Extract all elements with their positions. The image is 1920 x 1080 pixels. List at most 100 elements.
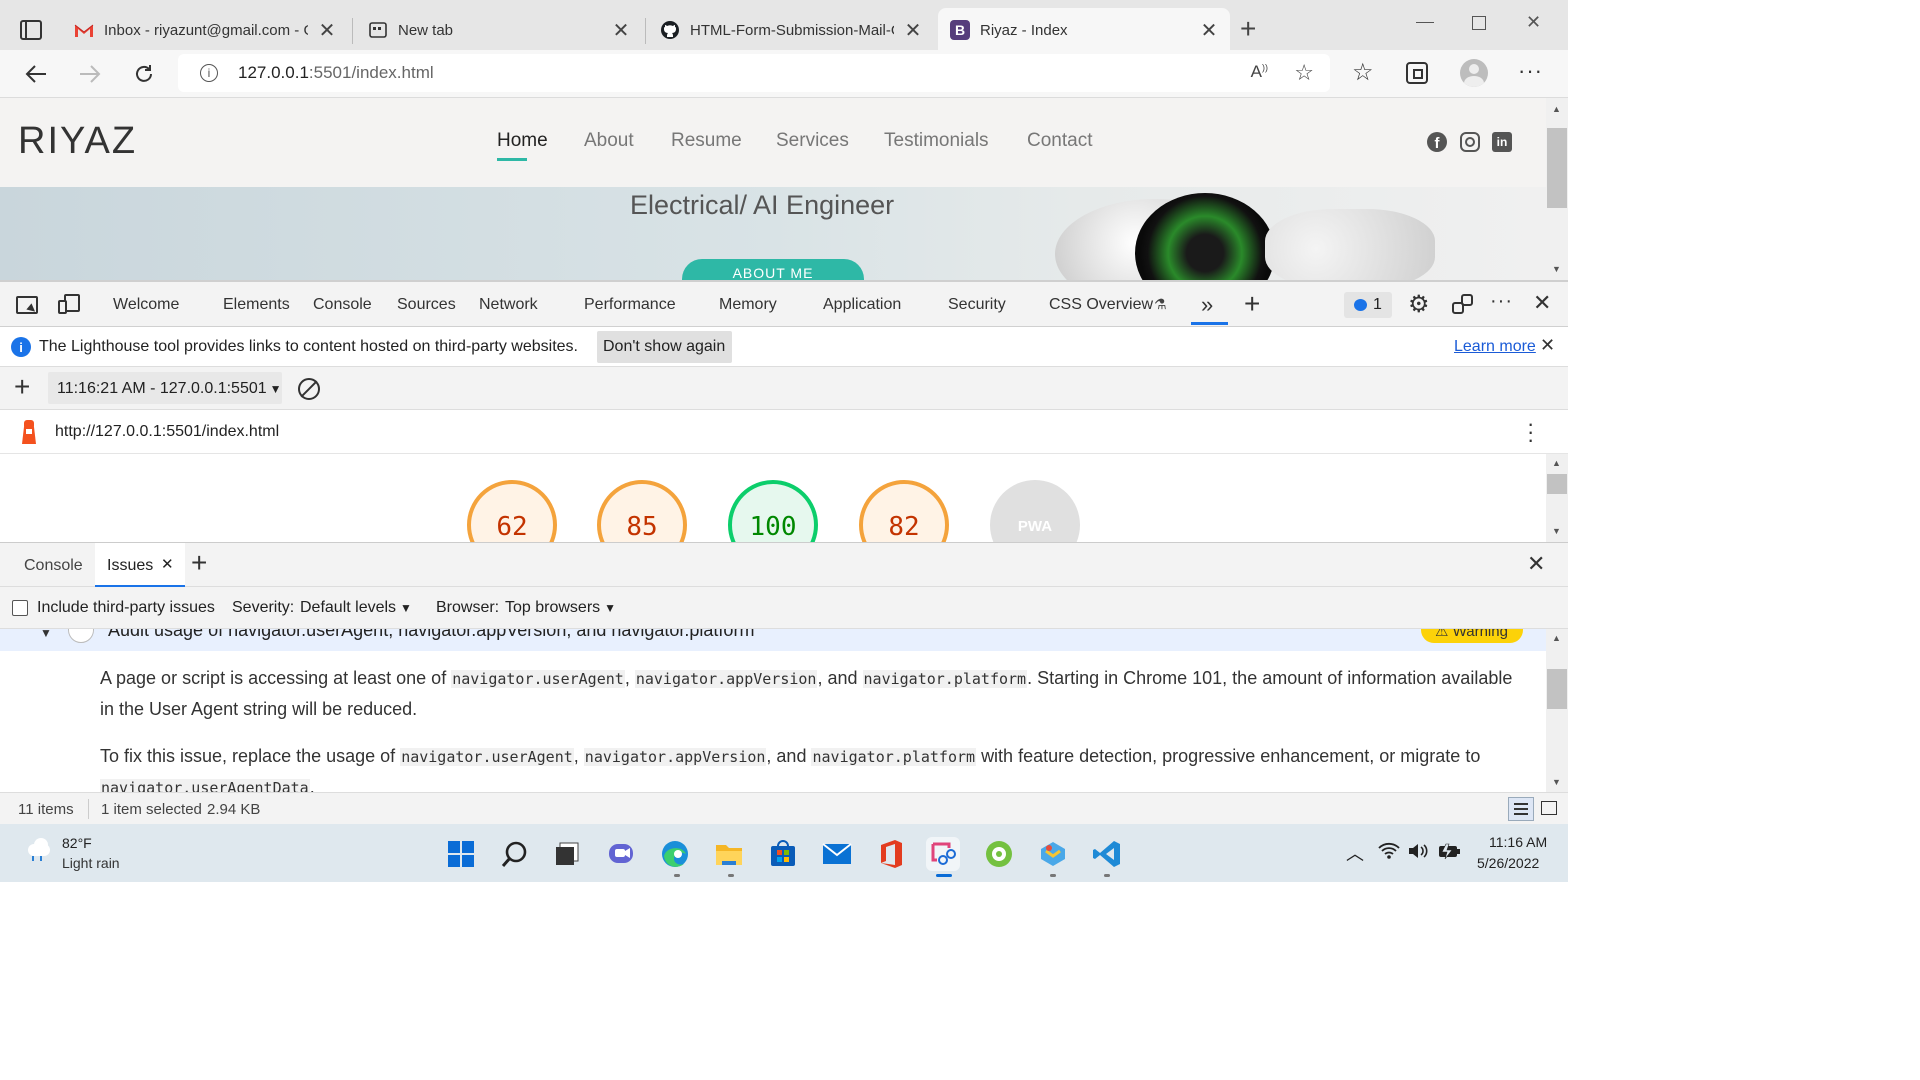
tab-actions-icon[interactable]: [20, 20, 42, 40]
issue-header-row[interactable]: ▼ Audit usage of navigator.userAgent, na…: [0, 629, 1546, 651]
devtools-settings-gear-icon[interactable]: ⚙: [1408, 290, 1430, 319]
clock-time[interactable]: 11:16 AM: [1489, 834, 1547, 850]
include-third-party-checkbox[interactable]: [12, 600, 28, 616]
settings-more-icon[interactable]: ···: [1518, 58, 1543, 84]
instagram-icon[interactable]: [1460, 132, 1480, 152]
add-drawer-tab-plus-icon[interactable]: +: [191, 547, 207, 579]
minimize-icon[interactable]: [1416, 22, 1434, 23]
issues-counter-button[interactable]: 1: [1344, 292, 1392, 318]
teams-chat-icon[interactable]: [604, 837, 638, 871]
task-view-icon[interactable]: [550, 837, 584, 871]
list-view-icon[interactable]: [1508, 797, 1534, 821]
tab-new-tab[interactable]: New tab ✕: [356, 8, 642, 52]
microsoft-store-icon[interactable]: [766, 837, 800, 871]
tab-application[interactable]: Application: [823, 296, 901, 314]
close-drawer-icon[interactable]: ✕: [1527, 551, 1545, 577]
tab-css-overview[interactable]: CSS Overview: [1049, 296, 1153, 314]
drawer-tab-console[interactable]: Console: [24, 557, 83, 575]
battery-charging-icon[interactable]: [1438, 842, 1462, 860]
best-practices-score-gauge[interactable]: 100: [728, 480, 818, 542]
page-scrollbar[interactable]: ▲ ▼: [1546, 98, 1568, 280]
tab-welcome[interactable]: Welcome: [113, 296, 179, 314]
accessibility-score-gauge[interactable]: 85: [597, 480, 687, 542]
show-hidden-icons-chevron-icon[interactable]: ︿: [1346, 840, 1364, 866]
devtools-more-icon[interactable]: ···: [1490, 290, 1513, 313]
tab-memory[interactable]: Memory: [719, 296, 777, 314]
weather-condition[interactable]: Light rain: [62, 855, 120, 871]
start-windows-icon[interactable]: [444, 837, 478, 871]
nav-about[interactable]: About: [584, 130, 634, 152]
report-scrollbar[interactable]: ▲ ▼: [1546, 454, 1568, 542]
tab-network[interactable]: Network: [479, 296, 538, 314]
nav-testimonials[interactable]: Testimonials: [884, 130, 989, 152]
report-select[interactable]: 11:16:21 AM - 127.0.0.1:5501 ▼: [48, 372, 282, 404]
drawer-tab-issues[interactable]: Issues ✕: [95, 543, 185, 587]
nav-services[interactable]: Services: [776, 130, 849, 152]
close-tab-icon[interactable]: ✕: [904, 18, 922, 43]
inspect-element-icon[interactable]: [16, 296, 38, 315]
weather-temperature[interactable]: 82°F: [62, 835, 92, 851]
close-tab-icon[interactable]: ✕: [612, 18, 630, 43]
maximize-icon[interactable]: [1472, 16, 1486, 30]
address-bar[interactable]: i 127.0.0.1:5501/index.html A)) ☆: [178, 54, 1330, 92]
new-report-plus-icon[interactable]: +: [14, 372, 30, 402]
clock-date[interactable]: 5/26/2022: [1477, 855, 1539, 871]
volume-icon[interactable]: [1408, 842, 1430, 860]
collapse-chevron-icon[interactable]: ▼: [40, 629, 52, 640]
nav-home[interactable]: Home: [497, 130, 548, 152]
linkedin-icon[interactable]: in: [1492, 132, 1512, 152]
about-me-button[interactable]: ABOUT ME: [682, 259, 864, 280]
search-icon[interactable]: [498, 837, 532, 871]
device-emulation-icon[interactable]: [58, 294, 82, 316]
report-menu-icon[interactable]: · · ·: [1527, 413, 1534, 451]
android-app-icon[interactable]: [982, 837, 1016, 871]
clear-reports-icon[interactable]: [298, 378, 320, 400]
wifi-icon[interactable]: [1378, 842, 1400, 860]
tab-security[interactable]: Security: [948, 296, 1006, 314]
edge-browser-icon[interactable]: [658, 837, 692, 871]
dont-show-again-button[interactable]: Don't show again: [597, 331, 732, 363]
mail-icon[interactable]: [820, 837, 854, 871]
tab-riyaz-index[interactable]: B Riyaz - Index ✕: [938, 8, 1230, 52]
office-icon[interactable]: [874, 837, 908, 871]
close-tab-icon[interactable]: ✕: [1200, 18, 1218, 43]
browser-select[interactable]: Top browsers ▼: [505, 599, 616, 617]
tab-gmail[interactable]: Inbox - riyazunt@gmail.com - Gr ✕: [62, 8, 348, 52]
performance-score-gauge[interactable]: 62: [467, 480, 557, 542]
back-icon[interactable]: [20, 58, 52, 90]
collections-icon[interactable]: [1406, 62, 1428, 84]
learn-more-link[interactable]: Learn more: [1454, 338, 1536, 356]
site-logo[interactable]: RIYAZ: [18, 120, 137, 163]
tab-github[interactable]: HTML-Form-Submission-Mail-Go ✕: [648, 8, 934, 52]
tab-console[interactable]: Console: [313, 296, 372, 314]
more-tabs-chevron-icon[interactable]: »: [1201, 292, 1213, 318]
weather-cloud-icon[interactable]: [24, 838, 54, 862]
nav-contact[interactable]: Contact: [1027, 130, 1092, 152]
profile-avatar[interactable]: [1460, 59, 1488, 87]
refresh-icon[interactable]: [128, 58, 160, 90]
issues-scrollbar[interactable]: ▲ ▼: [1546, 629, 1568, 792]
tab-elements[interactable]: Elements: [223, 296, 290, 314]
add-favorite-icon[interactable]: ☆: [1294, 60, 1314, 86]
close-window-icon[interactable]: ✕: [1526, 12, 1541, 33]
severity-select[interactable]: Default levels ▼: [300, 599, 412, 617]
nav-resume[interactable]: Resume: [671, 130, 742, 152]
vscode-icon[interactable]: [1090, 837, 1124, 871]
pwa-badge[interactable]: PWA: [990, 480, 1080, 542]
close-infobar-icon[interactable]: ✕: [1540, 335, 1555, 356]
site-info-icon[interactable]: i: [200, 64, 218, 82]
add-tab-plus-icon[interactable]: +: [1244, 288, 1260, 320]
tab-performance[interactable]: Performance: [584, 296, 676, 314]
forward-icon[interactable]: [74, 58, 106, 90]
close-drawer-tab-icon[interactable]: ✕: [161, 555, 174, 573]
tab-sources[interactable]: Sources: [397, 296, 456, 314]
favorites-icon[interactable]: ☆: [1352, 58, 1374, 87]
snipping-tool-icon[interactable]: [926, 837, 960, 871]
photos-app-icon[interactable]: [1036, 837, 1070, 871]
new-tab-plus-icon[interactable]: +: [1240, 14, 1256, 44]
read-aloud-icon[interactable]: A)): [1251, 62, 1268, 82]
dock-view-icon[interactable]: [1541, 801, 1557, 815]
facebook-icon[interactable]: f: [1427, 132, 1447, 152]
close-tab-icon[interactable]: ✕: [318, 18, 336, 43]
close-devtools-icon[interactable]: ✕: [1533, 290, 1551, 316]
